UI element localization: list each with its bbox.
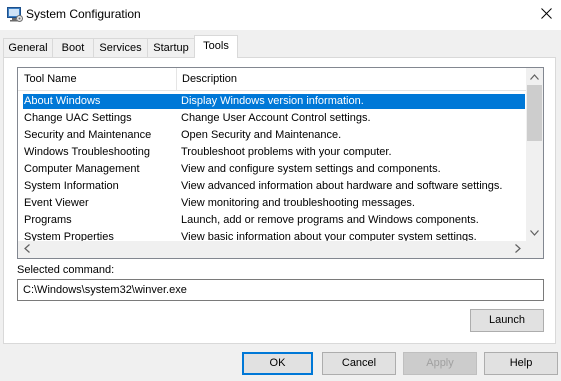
tab-label: Services — [99, 42, 142, 54]
tool-name: About Windows — [24, 95, 101, 107]
vertical-scroll-thumb[interactable] — [527, 85, 542, 141]
list-item[interactable]: System Information View advanced informa… — [18, 178, 527, 195]
tool-name: Security and Maintenance — [24, 129, 152, 141]
tab-label: Tools — [203, 40, 229, 52]
tool-name: Programs — [24, 214, 72, 226]
launch-button[interactable]: Launch — [470, 309, 544, 332]
tool-description: Launch, add or remove programs and Windo… — [181, 214, 479, 226]
list-item[interactable]: About Windows Display Windows version in… — [18, 93, 527, 110]
selected-command-label: Selected command: — [17, 264, 115, 276]
tool-name: Event Viewer — [24, 197, 89, 209]
system-configuration-app-icon — [7, 7, 23, 22]
tool-description: Display Windows version information. — [181, 95, 364, 107]
list-item[interactable]: Event Viewer View monitoring and trouble… — [18, 195, 527, 212]
title-bar: System Configuration — [0, 0, 561, 30]
tool-description: Open Security and Maintenance. — [181, 129, 342, 141]
scroll-up-button[interactable] — [526, 68, 543, 85]
scroll-down-button[interactable] — [526, 224, 543, 241]
scroll-right-button[interactable] — [509, 241, 526, 258]
tab-general[interactable]: General — [3, 38, 53, 57]
apply-button[interactable]: Apply — [403, 352, 477, 375]
list-item[interactable]: Computer Management View and configure s… — [18, 161, 527, 178]
tool-name: Computer Management — [24, 163, 140, 175]
list-rows: About Windows Display Windows version in… — [18, 93, 527, 246]
column-header-description[interactable]: Description — [176, 68, 526, 90]
tab-boot[interactable]: Boot — [52, 38, 94, 57]
tool-description: Change User Account Control settings. — [181, 112, 371, 124]
chevron-right-icon — [514, 243, 521, 256]
list-header: Tool Name Description — [18, 68, 543, 91]
list-item[interactable]: Windows Troubleshooting Troubleshoot pro… — [18, 144, 527, 161]
tool-description: View and configure system settings and c… — [181, 163, 441, 175]
close-icon — [540, 8, 552, 22]
horizontal-scrollbar[interactable] — [18, 241, 526, 258]
chevron-left-icon — [23, 243, 30, 256]
tab-label: Startup — [153, 42, 189, 54]
tools-list[interactable]: Tool Name Description About Windows Disp… — [17, 67, 544, 259]
vertical-scrollbar[interactable] — [526, 68, 543, 241]
window-title: System Configuration — [26, 7, 141, 21]
tool-name: Change UAC Settings — [24, 112, 132, 124]
tab-tools[interactable]: Tools — [194, 35, 238, 58]
chevron-up-icon — [530, 71, 539, 83]
scrollbar-corner — [526, 241, 543, 258]
tool-name: Windows Troubleshooting — [24, 146, 150, 158]
cancel-button[interactable]: Cancel — [322, 352, 396, 375]
close-button[interactable] — [531, 0, 561, 30]
ok-button[interactable]: OK — [242, 352, 313, 375]
selected-command-field[interactable]: C:\Windows\system32\winver.exe — [17, 279, 544, 301]
help-button[interactable]: Help — [484, 352, 558, 375]
tab-startup[interactable]: Startup — [147, 38, 195, 57]
list-item[interactable]: Change UAC Settings Change User Account … — [18, 110, 527, 127]
list-item[interactable]: Programs Launch, add or remove programs … — [18, 212, 527, 229]
tool-description: Troubleshoot problems with your computer… — [181, 146, 392, 158]
tool-description: View advanced information about hardware… — [181, 180, 503, 192]
chevron-down-icon — [530, 227, 539, 239]
column-header-tool-name[interactable]: Tool Name — [18, 68, 176, 90]
list-item[interactable]: Security and Maintenance Open Security a… — [18, 127, 527, 144]
tab-label: General — [8, 42, 48, 54]
tool-description: View monitoring and troubleshooting mess… — [181, 197, 415, 209]
scroll-left-button[interactable] — [18, 241, 35, 258]
tab-label: Boot — [61, 42, 85, 54]
tool-name: System Information — [24, 180, 119, 192]
tab-services[interactable]: Services — [93, 38, 148, 57]
